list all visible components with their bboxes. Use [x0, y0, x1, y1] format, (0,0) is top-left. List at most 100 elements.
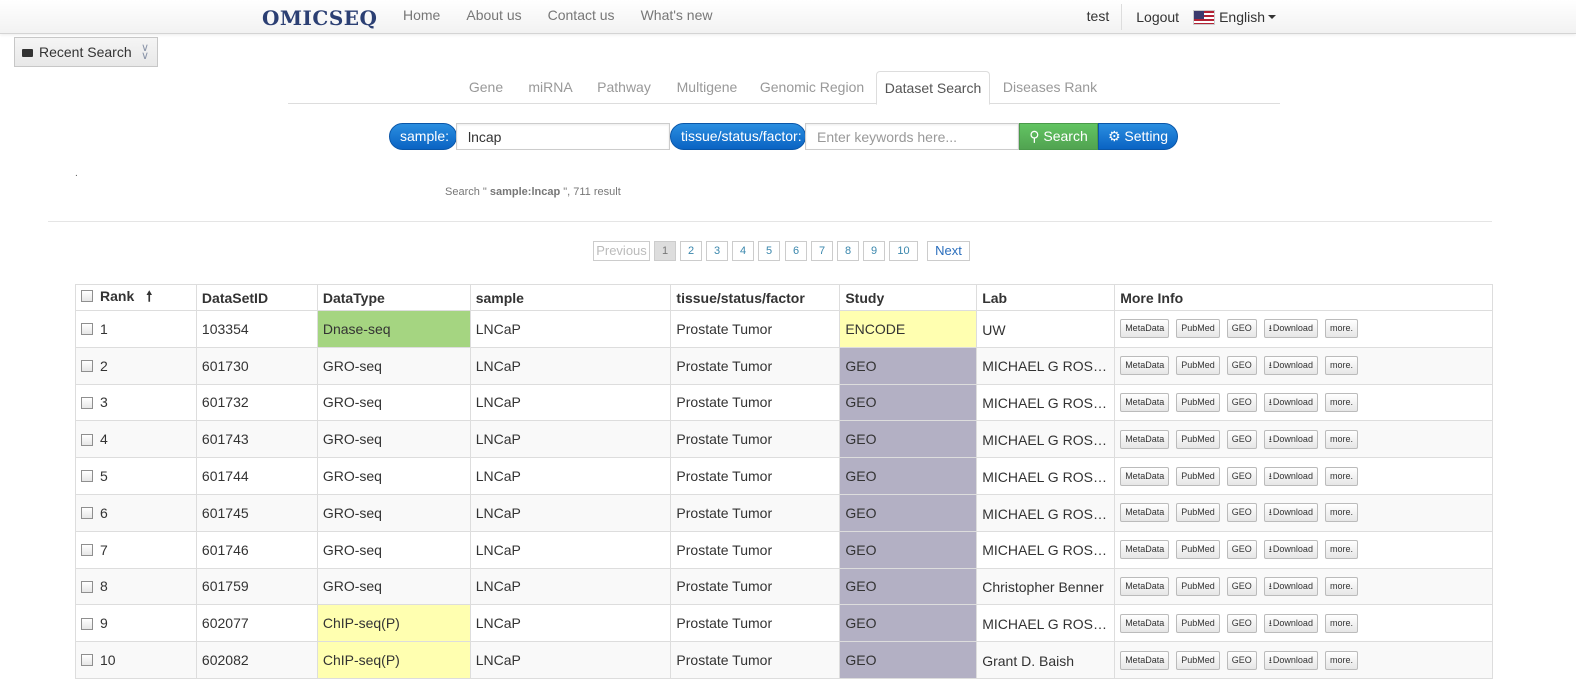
result-summary: Search " sample:lncap ", 711 result — [445, 186, 621, 198]
tab-gene[interactable]: Gene — [456, 71, 516, 104]
more-button[interactable]: more. — [1324, 613, 1358, 633]
pubmed-button[interactable]: PubMed — [1176, 429, 1220, 449]
tab-multigene[interactable]: Multigene — [670, 71, 744, 104]
pagination-page-9[interactable]: 9 — [863, 241, 885, 261]
language-dropdown[interactable]: English — [1193, 9, 1276, 25]
pubmed-button[interactable]: PubMed — [1176, 319, 1220, 339]
geo-button[interactable]: GEO — [1226, 466, 1257, 486]
pubmed-button[interactable]: PubMed — [1176, 650, 1220, 670]
metadata-button[interactable]: MetaData — [1120, 650, 1170, 670]
geo-button[interactable]: GEO — [1226, 392, 1257, 412]
row-checkbox[interactable] — [81, 617, 93, 630]
pagination-page-5[interactable]: 5 — [758, 241, 780, 261]
cell-tissue: Prostate Tumor — [670, 530, 841, 569]
search-button[interactable]: ⚲ Search — [1019, 123, 1098, 150]
tab-genomic-region[interactable]: Genomic Region — [755, 71, 869, 104]
pagination-previous[interactable]: Previous — [593, 241, 650, 261]
metadata-button[interactable]: MetaData — [1120, 576, 1170, 596]
row-checkbox[interactable] — [81, 323, 93, 336]
download-button[interactable]: ⭳Download — [1263, 466, 1318, 486]
row-checkbox[interactable] — [81, 396, 93, 409]
geo-button[interactable]: GEO — [1226, 429, 1257, 449]
pubmed-button[interactable]: PubMed — [1176, 576, 1220, 596]
recent-search-toggle[interactable]: Recent Search ∨ ∨ — [14, 37, 158, 67]
pagination-page-1[interactable]: 1 — [654, 241, 676, 261]
pagination-page-2[interactable]: 2 — [680, 241, 702, 261]
tab-mirna[interactable]: miRNA — [523, 71, 578, 104]
download-button[interactable]: ⭳Download — [1263, 576, 1318, 596]
download-button[interactable]: ⭳Download — [1263, 503, 1318, 523]
tissue-factor-input[interactable] — [805, 123, 1019, 150]
more-button[interactable]: more. — [1324, 356, 1358, 376]
more-button[interactable]: more. — [1324, 576, 1358, 596]
pagination-next[interactable]: Next — [927, 241, 970, 261]
nav-contact-link[interactable]: Contact us — [535, 0, 628, 34]
pubmed-button[interactable]: PubMed — [1176, 540, 1220, 560]
more-button[interactable]: more. — [1324, 540, 1358, 560]
geo-button[interactable]: GEO — [1226, 540, 1257, 560]
row-checkbox[interactable] — [81, 543, 93, 556]
download-button[interactable]: ⭳Download — [1263, 613, 1318, 633]
metadata-button[interactable]: MetaData — [1120, 503, 1170, 523]
pagination-page-7[interactable]: 7 — [811, 241, 833, 261]
pubmed-button[interactable]: PubMed — [1176, 356, 1220, 376]
more-button[interactable]: more. — [1324, 503, 1358, 523]
geo-button[interactable]: GEO — [1226, 319, 1257, 339]
pagination-page-8[interactable]: 8 — [837, 241, 859, 261]
geo-button[interactable]: GEO — [1226, 613, 1257, 633]
metadata-button[interactable]: MetaData — [1120, 466, 1170, 486]
tab-dataset-search[interactable]: Dataset Search — [876, 71, 990, 105]
column-header-rank[interactable]: Rank 🠕 — [75, 284, 197, 311]
nav-about-link[interactable]: About us — [453, 0, 534, 34]
geo-button[interactable]: GEO — [1226, 356, 1257, 376]
pubmed-button[interactable]: PubMed — [1176, 392, 1220, 412]
row-checkbox[interactable] — [81, 470, 93, 483]
metadata-button[interactable]: MetaData — [1120, 356, 1170, 376]
geo-button[interactable]: GEO — [1226, 503, 1257, 523]
metadata-button[interactable]: MetaData — [1120, 392, 1170, 412]
download-button[interactable]: ⭳Download — [1263, 392, 1318, 412]
metadata-button[interactable]: MetaData — [1120, 613, 1170, 633]
setting-button[interactable]: ⚙ Setting — [1098, 123, 1178, 150]
row-checkbox[interactable] — [81, 580, 93, 593]
sort-up-arrow-icon[interactable]: 🠕 — [146, 286, 152, 310]
username-link[interactable]: test — [1075, 4, 1123, 30]
select-all-checkbox[interactable] — [81, 289, 93, 302]
metadata-button[interactable]: MetaData — [1120, 540, 1170, 560]
tab-diseases-rank[interactable]: Diseases Rank — [998, 71, 1102, 104]
download-button[interactable]: ⭳Download — [1263, 540, 1318, 560]
metadata-button[interactable]: MetaData — [1120, 319, 1170, 339]
download-button[interactable]: ⭳Download — [1263, 429, 1318, 449]
pubmed-button[interactable]: PubMed — [1176, 466, 1220, 486]
row-checkbox[interactable] — [81, 507, 93, 520]
geo-button[interactable]: GEO — [1226, 576, 1257, 596]
pubmed-button[interactable]: PubMed — [1176, 503, 1220, 523]
metadata-button[interactable]: MetaData — [1120, 429, 1170, 449]
more-button[interactable]: more. — [1324, 392, 1358, 412]
download-button[interactable]: ⭳Download — [1263, 356, 1318, 376]
row-checkbox[interactable] — [81, 654, 93, 667]
cell-study: GEO — [839, 346, 978, 385]
more-button[interactable]: more. — [1324, 650, 1358, 670]
cell-datatype: GRO-seq — [316, 383, 471, 422]
nav-whats-new-link[interactable]: What's new — [628, 0, 726, 34]
more-button[interactable]: more. — [1324, 429, 1358, 449]
nav-home-link[interactable]: Home — [390, 0, 453, 34]
row-checkbox[interactable] — [81, 433, 93, 446]
more-button[interactable]: more. — [1324, 319, 1358, 339]
sample-input[interactable] — [456, 123, 670, 150]
pagination-page-4[interactable]: 4 — [732, 241, 754, 261]
site-logo[interactable]: OMICSEQ — [262, 6, 377, 30]
pagination-page-6[interactable]: 6 — [785, 241, 807, 261]
pagination-page-10[interactable]: 10 — [889, 241, 918, 261]
download-button[interactable]: ⭳Download — [1263, 650, 1318, 670]
row-checkbox[interactable] — [81, 359, 93, 372]
more-button[interactable]: more. — [1324, 466, 1358, 486]
logout-link[interactable]: Logout — [1122, 9, 1193, 25]
geo-button[interactable]: GEO — [1226, 650, 1257, 670]
pagination-page-3[interactable]: 3 — [706, 241, 728, 261]
cell-rank: 8 — [75, 567, 197, 606]
pubmed-button[interactable]: PubMed — [1176, 613, 1220, 633]
tab-pathway[interactable]: Pathway — [588, 71, 660, 104]
download-button[interactable]: ⭳Download — [1263, 319, 1318, 339]
